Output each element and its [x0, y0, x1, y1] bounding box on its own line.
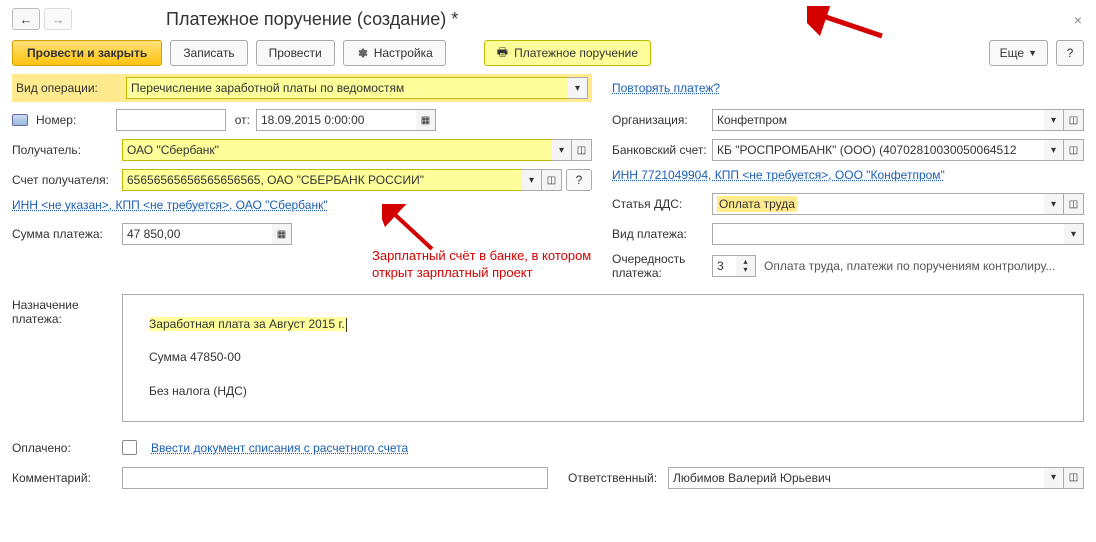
purpose-line2: Сумма 47850-00	[149, 350, 241, 364]
payment-order-button[interactable]: 🖶 Платежное поручение	[484, 40, 651, 66]
doc-icon	[12, 114, 28, 126]
purpose-line1: Заработная плата за Август 2015 г.	[149, 317, 347, 331]
priority-input[interactable]: 3	[712, 255, 736, 277]
purpose-textarea[interactable]: Заработная плата за Август 2015 г. Сумма…	[122, 294, 1084, 422]
nav-forward-button[interactable]: →	[44, 8, 72, 30]
page-title: Платежное поручение (создание) *	[166, 9, 458, 30]
from-label: от:	[226, 113, 256, 127]
dds-value: Оплата труда	[717, 196, 797, 212]
gear-icon	[356, 47, 368, 59]
pay-type-input[interactable]	[712, 223, 1064, 245]
more-button[interactable]: Еще ▼	[989, 40, 1048, 66]
rec-account-dropdown-icon[interactable]: ▾	[522, 169, 542, 191]
bank-input[interactable]: КБ "РОСПРОМБАНК" (ООО) (4070281003005006…	[712, 139, 1044, 161]
help-button[interactable]: ?	[1056, 40, 1084, 66]
org-dropdown-icon[interactable]: ▾	[1044, 109, 1064, 131]
rec-account-help-button[interactable]: ?	[566, 169, 592, 191]
responsible-input[interactable]: Любимов Валерий Юрьевич	[668, 467, 1044, 489]
post-and-close-button[interactable]: Провести и закрыть	[12, 40, 162, 66]
number-label: Номер:	[36, 113, 116, 127]
rec-account-label: Счет получателя:	[12, 173, 122, 187]
pay-type-dropdown-icon[interactable]: ▾	[1064, 223, 1084, 245]
responsible-label: Ответственный:	[568, 471, 668, 485]
dds-label: Статья ДДС:	[612, 197, 712, 211]
amount-label: Сумма платежа:	[12, 227, 122, 241]
comment-input[interactable]	[122, 467, 548, 489]
org-label: Организация:	[612, 113, 712, 127]
rec-account-open-icon[interactable]: ◫	[542, 169, 562, 191]
pay-type-label: Вид платежа:	[612, 227, 712, 241]
paid-link[interactable]: Ввести документ списания с расчетного сч…	[151, 441, 408, 455]
priority-spinner-icon[interactable]: ▴▾	[736, 255, 756, 277]
repeat-payment-link[interactable]: Повторять платеж?	[612, 81, 720, 95]
settings-button[interactable]: Настройка	[343, 40, 446, 66]
recipient-inn-link[interactable]: ИНН <не указан>, КПП <не требуется>, ОАО…	[12, 198, 328, 212]
bank-dropdown-icon[interactable]: ▾	[1044, 139, 1064, 161]
paid-label: Оплачено:	[12, 441, 122, 455]
recipient-open-icon[interactable]: ◫	[572, 139, 592, 161]
op-type-label: Вид операции:	[16, 81, 126, 95]
op-type-dropdown-icon[interactable]: ▾	[568, 77, 588, 99]
rec-account-input[interactable]: 65656565656565656565, ОАО "СБЕРБАНК РОСС…	[122, 169, 522, 191]
write-button[interactable]: Записать	[170, 40, 247, 66]
org-inn-link[interactable]: ИНН 7721049904, КПП <не требуется>, ООО …	[612, 168, 945, 182]
priority-description: Оплата труда, платежи по поручениям конт…	[764, 259, 1084, 273]
responsible-open-icon[interactable]: ◫	[1064, 467, 1084, 489]
org-input[interactable]: Конфетпром	[712, 109, 1044, 131]
calendar-icon[interactable]: ▦	[416, 109, 436, 131]
org-open-icon[interactable]: ◫	[1064, 109, 1084, 131]
responsible-dropdown-icon[interactable]: ▾	[1044, 467, 1064, 489]
settings-label: Настройка	[374, 46, 433, 60]
post-button[interactable]: Провести	[256, 40, 335, 66]
recipient-input[interactable]: ОАО "Сбербанк"	[122, 139, 552, 161]
dds-dropdown-icon[interactable]: ▾	[1044, 193, 1064, 215]
purpose-label: Назначение платежа:	[12, 294, 122, 326]
close-icon[interactable]: ×	[1074, 12, 1082, 28]
annotation-text: Зарплатный счёт в банке, в котором откры…	[372, 248, 592, 282]
dds-open-icon[interactable]: ◫	[1064, 193, 1084, 215]
priority-label: Очередность платежа:	[612, 252, 712, 280]
paid-checkbox[interactable]	[122, 440, 137, 455]
nav-back-button[interactable]: ←	[12, 8, 40, 30]
recipient-dropdown-icon[interactable]: ▾	[552, 139, 572, 161]
printer-icon: 🖶	[497, 43, 508, 64]
calculator-icon[interactable]: ▦	[272, 223, 292, 245]
bank-open-icon[interactable]: ◫	[1064, 139, 1084, 161]
number-input[interactable]	[116, 109, 226, 131]
amount-input[interactable]: 47 850,00	[122, 223, 272, 245]
dds-input[interactable]: Оплата труда	[712, 193, 1044, 215]
payment-order-label: Платежное поручение	[514, 46, 638, 60]
date-input[interactable]: 18.09.2015 0:00:00	[256, 109, 416, 131]
op-type-select[interactable]: Перечисление заработной платы по ведомос…	[126, 77, 568, 99]
chevron-down-icon: ▼	[1028, 48, 1037, 58]
bank-label: Банковский счет:	[612, 143, 712, 157]
recipient-label: Получатель:	[12, 143, 122, 157]
more-label: Еще	[1000, 46, 1024, 60]
comment-label: Комментарий:	[12, 471, 122, 485]
purpose-line3: Без налога (НДС)	[149, 384, 247, 398]
